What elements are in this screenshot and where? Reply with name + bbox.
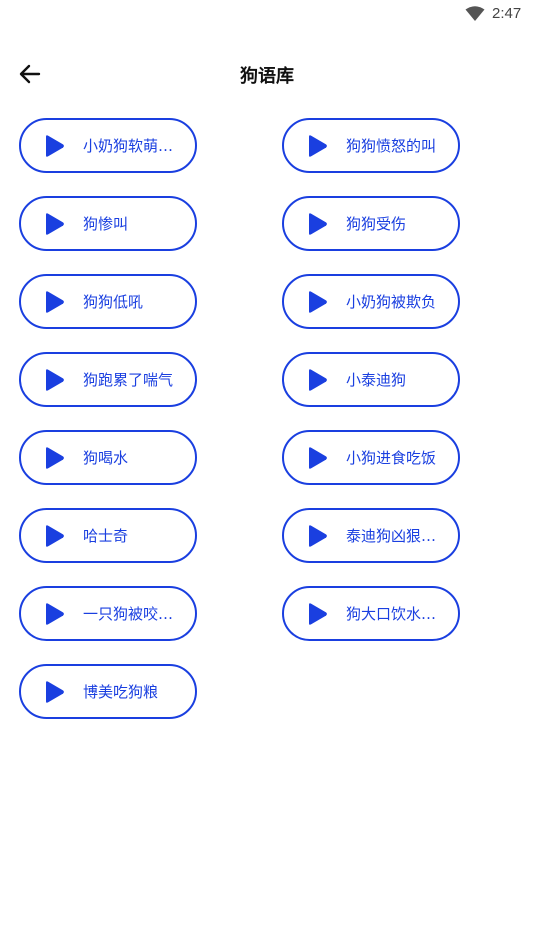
play-icon: [46, 368, 64, 391]
play-icon: [309, 524, 327, 547]
play-icon: [46, 602, 64, 625]
sound-button[interactable]: 小泰迪狗: [282, 352, 460, 407]
app-bar: 狗语库: [0, 50, 534, 98]
sound-button[interactable]: 哈士奇: [19, 508, 197, 563]
sound-label: 狗狗愤怒的叫: [346, 137, 437, 155]
sound-button[interactable]: 小奶狗软萌叫...: [19, 118, 197, 173]
play-icon: [46, 212, 64, 235]
page-title: 狗语库: [240, 66, 294, 87]
play-icon: [309, 212, 327, 235]
sound-label: 一只狗被咬伤...: [83, 605, 187, 623]
wifi-icon: [465, 6, 485, 21]
play-icon: [309, 602, 327, 625]
sound-button[interactable]: 泰迪狗凶狠的...: [282, 508, 460, 563]
play-icon: [46, 290, 64, 313]
play-icon: [46, 524, 64, 547]
sound-grid: 小奶狗软萌叫... 狗狗愤怒的叫狗惨叫 狗狗受伤狗狗低吼 小奶狗被欺负狗跑累了喘气 小泰…: [19, 118, 460, 719]
sound-label: 小泰迪狗: [346, 371, 407, 389]
sound-button[interactable]: 小奶狗被欺负: [282, 274, 460, 329]
sound-label: 狗喝水: [83, 449, 129, 467]
sound-label: 狗跑累了喘气: [83, 371, 174, 389]
play-icon: [309, 446, 327, 469]
status-bar: 2:47: [0, 0, 534, 28]
sound-label: 泰迪狗凶狠的...: [346, 527, 450, 545]
sound-button[interactable]: 狗跑累了喘气: [19, 352, 197, 407]
sound-label: 小奶狗被欺负: [346, 293, 437, 311]
sound-label: 狗大口饮水的...: [346, 605, 450, 623]
play-icon: [309, 290, 327, 313]
sound-label: 小奶狗软萌叫...: [83, 137, 187, 155]
play-icon: [46, 446, 64, 469]
sound-label: 狗狗低吼: [83, 293, 144, 311]
play-icon: [309, 134, 327, 157]
sound-button[interactable]: 狗喝水: [19, 430, 197, 485]
play-icon: [309, 368, 327, 391]
status-time: 2:47: [492, 5, 522, 22]
sound-label: 博美吃狗粮: [83, 683, 159, 701]
sound-button[interactable]: 狗狗受伤: [282, 196, 460, 251]
sound-button[interactable]: 狗狗愤怒的叫: [282, 118, 460, 173]
sound-label: 狗惨叫: [83, 215, 129, 233]
sound-button[interactable]: 小狗进食吃饭: [282, 430, 460, 485]
sound-button[interactable]: 狗狗低吼: [19, 274, 197, 329]
sound-button[interactable]: 狗大口饮水的...: [282, 586, 460, 641]
sound-label: 狗狗受伤: [346, 215, 407, 233]
sound-button[interactable]: 一只狗被咬伤...: [19, 586, 197, 641]
sound-label: 小狗进食吃饭: [346, 449, 437, 467]
play-icon: [46, 680, 64, 703]
play-icon: [46, 134, 64, 157]
sound-label: 哈士奇: [83, 527, 129, 545]
sound-button[interactable]: 狗惨叫: [19, 196, 197, 251]
sound-button[interactable]: 博美吃狗粮: [19, 664, 197, 719]
